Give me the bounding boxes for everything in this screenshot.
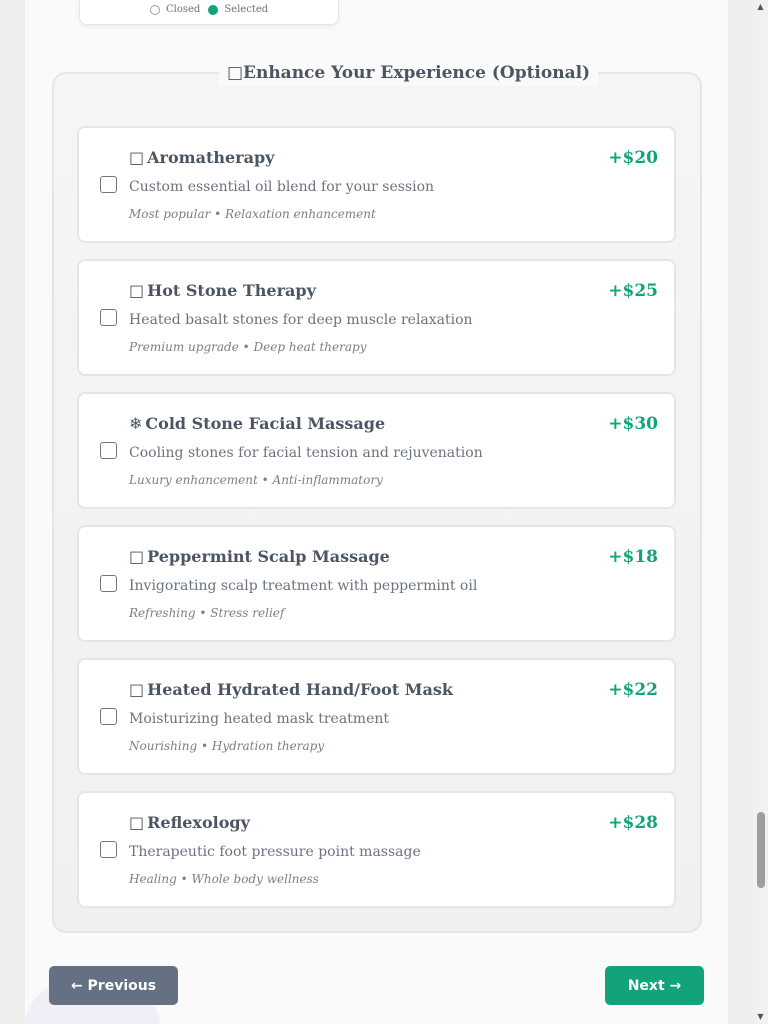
hot-stone-icon: □ [129,281,145,300]
addon-price: +$20 [608,148,658,168]
addon-price: +$30 [608,414,658,434]
addon-card-hot-stone[interactable]: □ Hot Stone Therapy +$25 Heated basalt st… [77,259,676,376]
addon-name: Cold Stone Facial Massage [145,414,386,433]
addons-legend: □ Enhance Your Experience (Optional) [219,60,599,86]
addon-description: Custom essential oil blend for your sess… [129,179,435,195]
addon-meta: Healing • Whole body wellness [129,872,319,886]
addon-title: ❄ Cold Stone Facial Massage [129,414,385,433]
addon-card-cold-stone[interactable]: ❄ Cold Stone Facial Massage +$30 Cooling … [77,392,676,509]
sparkle-icon: □ [227,63,244,83]
addon-description: Heated basalt stones for deep muscle rel… [129,312,473,328]
addon-checkbox[interactable] [100,309,117,326]
addon-price: +$25 [608,281,658,301]
addon-description: Invigorating scalp treatment with pepper… [129,578,478,594]
slot-legend: Closed Selected [150,4,276,15]
addon-description: Moisturizing heated mask treatment [129,711,390,727]
slot-legend-card: Closed Selected [79,0,339,25]
addon-description: Cooling stones for facial tension and re… [129,445,483,461]
booking-page: Closed Selected □ Enhance Your Experienc… [25,0,728,1024]
addon-name: Reflexology [147,813,250,832]
foot-icon: □ [129,813,145,832]
addon-price: +$22 [608,680,658,700]
addon-name: Heated Hydrated Hand/Foot Mask [147,680,453,699]
addon-title: □ Reflexology [129,813,250,832]
addon-card-peppermint[interactable]: □ Peppermint Scalp Massage +$18 Invigorat… [77,525,676,642]
addon-price: +$28 [608,813,658,833]
addon-card-reflexology[interactable]: □ Reflexology +$28 Therapeutic foot press… [77,791,676,908]
addon-checkbox[interactable] [100,575,117,592]
addon-description: Therapeutic foot pressure point massage [129,844,421,860]
closed-label: Closed [166,4,201,15]
addon-meta: Nourishing • Hydration therapy [129,739,325,753]
closed-indicator-icon [150,4,160,15]
addon-meta: Refreshing • Stress relief [129,606,285,620]
addon-title: □ Heated Hydrated Hand/Foot Mask [129,680,453,699]
next-button[interactable]: Next → [605,966,704,1005]
addon-card-aromatherapy[interactable]: □ Aromatherapy +$20 Custom essential oil … [77,126,676,243]
scroll-thumb[interactable] [757,812,765,888]
addon-meta: Most popular • Relaxation enhancement [129,207,376,221]
addon-checkbox[interactable] [100,176,117,193]
mask-icon: □ [129,680,145,699]
scroll-down-arrow-icon[interactable]: ▼ [753,1010,768,1024]
previous-button[interactable]: ← Previous [49,966,178,1005]
addons-legend-title: Enhance Your Experience (Optional) [243,63,591,83]
addon-name: Aromatherapy [147,148,275,167]
addon-checkbox[interactable] [100,841,117,858]
scroll-up-arrow-icon[interactable]: ▲ [753,0,768,14]
addon-title: □ Peppermint Scalp Massage [129,547,390,566]
addon-card-hand-foot-mask[interactable]: □ Heated Hydrated Hand/Foot Mask +$22 Moi… [77,658,676,775]
addon-meta: Premium upgrade • Deep heat therapy [129,340,367,354]
addon-price: +$18 [608,547,658,567]
addon-title: □ Aromatherapy [129,148,274,167]
peppermint-icon: □ [129,547,145,566]
selected-label: Selected [224,4,269,15]
addon-checkbox[interactable] [100,442,117,459]
addon-meta: Luxury enhancement • Anti-inflammatory [129,473,383,487]
selected-indicator-icon [208,4,219,15]
addon-name: Peppermint Scalp Massage [147,547,390,566]
vertical-scrollbar[interactable]: ▲ ▼ [753,0,768,1024]
addon-title: □ Hot Stone Therapy [129,281,316,300]
aromatherapy-icon: □ [129,148,145,167]
addon-name: Hot Stone Therapy [147,281,316,300]
snowflake-icon: ❄ [129,414,143,433]
addon-checkbox[interactable] [100,708,117,725]
